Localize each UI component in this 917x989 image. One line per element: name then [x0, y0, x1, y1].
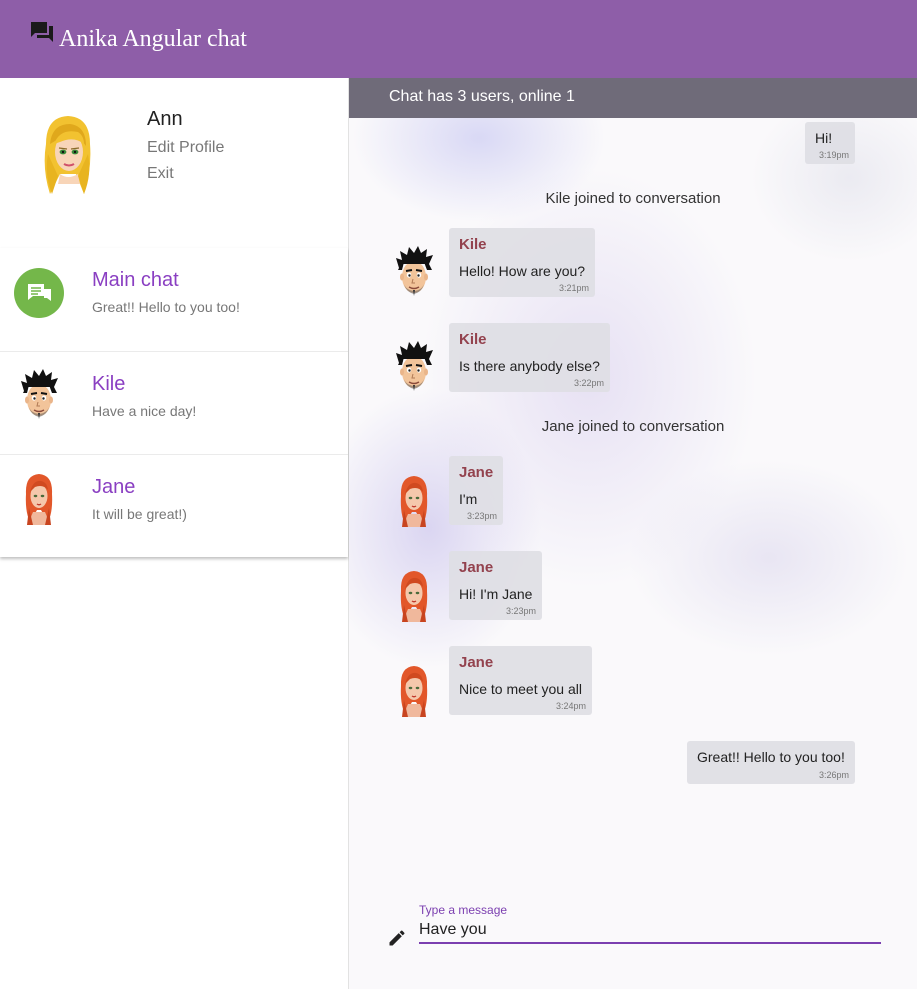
edit-profile-link[interactable]: Edit Profile: [147, 139, 224, 157]
message-time: 3:23pm: [505, 606, 536, 616]
chat-status-text: Chat has 3 users, online 1: [389, 88, 575, 105]
message-bubble: Jane Hi! I'm Jane 3:23pm: [449, 551, 542, 620]
profile-panel: Ann Edit Profile Exit: [0, 78, 348, 238]
message-text: Hi!: [815, 130, 833, 146]
message-time: 3:24pm: [555, 701, 586, 711]
app-header: Anika Angular chat: [0, 0, 917, 78]
chat-title: Jane: [92, 476, 136, 498]
system-message: Jane joined to conversation: [541, 418, 725, 435]
message-sender: Jane: [459, 654, 494, 671]
message-text: Nice to meet you all: [459, 681, 582, 697]
message-input[interactable]: [419, 918, 881, 944]
jane-avatar: [394, 569, 434, 623]
own-message: Great!! Hello to you too! 3:26pm: [687, 741, 855, 784]
message-sender: Jane: [459, 464, 494, 481]
conversation-panel: Chat has 3 users, online 1 Hi! 3:19pm Ki…: [349, 78, 917, 989]
message-input-label: Type a message: [419, 903, 508, 917]
chat-item-kile[interactable]: Kile Have a nice day!: [0, 351, 348, 454]
profile-name: Ann: [147, 108, 183, 130]
message-bubble: Kile Hello! How are you? 3:21pm: [449, 228, 595, 297]
message-bubble: Kile Is there anybody else? 3:22pm: [449, 323, 610, 392]
pencil-icon: [389, 930, 405, 946]
kile-avatar: [19, 369, 59, 423]
chat-item-jane[interactable]: Jane It will be great!): [0, 454, 348, 557]
message-composer: Type a message: [349, 888, 917, 989]
message-text: Great!! Hello to you too!: [697, 749, 845, 765]
message-sender: Kile: [459, 236, 487, 253]
message-time: 3:22pm: [573, 378, 604, 388]
message-time: 3:19pm: [818, 150, 849, 160]
chat-item-main-chat[interactable]: Main chat Great!! Hello to you too!: [0, 248, 348, 351]
app-title: Anika Angular chat: [59, 26, 247, 52]
message-text: Hello! How are you?: [459, 263, 586, 279]
own-message: Hi! 3:19pm: [805, 122, 855, 164]
message-text: I'm: [459, 491, 478, 507]
message-text: Hi! I'm Jane: [459, 586, 533, 602]
message-time: 3:26pm: [818, 770, 849, 780]
chat-title: Kile: [92, 373, 126, 395]
chat-preview: Great!! Hello to you too!: [92, 299, 240, 315]
message-time: 3:23pm: [466, 511, 497, 521]
message-bubble: Jane Nice to meet you all 3:24pm: [449, 646, 592, 715]
message-text: Is there anybody else?: [459, 358, 600, 374]
profile-avatar: [44, 116, 91, 194]
chat-preview: Have a nice day!: [92, 403, 197, 419]
chat-list: Main chat Great!! Hello to you too! Kile…: [0, 248, 348, 557]
chat-preview: It will be great!): [92, 506, 187, 522]
message-sender: Kile: [459, 331, 487, 348]
system-message: Kile joined to conversation: [545, 190, 721, 207]
sidebar: Ann Edit Profile Exit Main chat Great!! …: [0, 78, 349, 989]
message-bubble: Jane I'm 3:23pm: [449, 456, 503, 525]
message-time: 3:21pm: [558, 283, 589, 293]
jane-avatar: [394, 664, 434, 718]
exit-link[interactable]: Exit: [147, 165, 174, 183]
jane-avatar: [19, 472, 59, 526]
forum-icon: [31, 22, 53, 42]
kile-avatar: [394, 246, 434, 300]
kile-avatar: [394, 341, 434, 395]
message-sender: Jane: [459, 559, 494, 576]
chat-title: Main chat: [92, 269, 179, 291]
chat-status-bar: Chat has 3 users, online 1: [349, 78, 917, 118]
chat-bubbles-icon: [14, 268, 64, 318]
jane-avatar: [394, 474, 434, 528]
